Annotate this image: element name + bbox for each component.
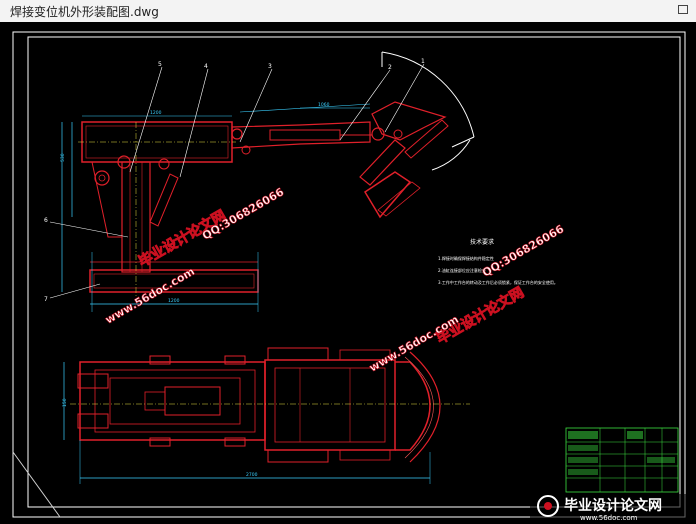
title-block (565, 427, 679, 493)
footer-logo: 毕业设计论文网 www.56doc.com (530, 494, 690, 522)
leader-7 (49, 283, 101, 299)
dim-text-height: 530 (60, 153, 66, 162)
lift-cylinder (149, 173, 179, 227)
part-label-4: 4 (204, 63, 208, 70)
window-titlebar: 焊接变位机外形装配图.dwg (0, 0, 696, 23)
dim-text-base: 1200 (168, 298, 180, 304)
tilting-head (371, 101, 447, 141)
part-label-5: 5 (158, 61, 162, 68)
note-2: 2.油缸连接部位应注意检查 (438, 267, 486, 273)
plan-arm-cylinder-bottom (267, 449, 329, 463)
dim-text-right: 1060 (318, 102, 330, 108)
leader-4 (179, 68, 209, 178)
arm-cylinder (269, 129, 341, 141)
part-label-6: 6 (44, 217, 48, 224)
note-3: 3.工作中工作台的转动及工作后必须锁紧，保证工作台的安全使用。 (438, 279, 558, 285)
plan-arm-cylinder-top (267, 347, 329, 361)
note-1: 1.焊接时确保焊接结构件稳定性 (438, 255, 494, 261)
footer-logo-brand: 毕业设计论文网 (564, 497, 662, 514)
watermark-group-right: QQ:306826066 毕业设计论文网 www.56doc.com (367, 222, 567, 375)
plan-cylinder (164, 386, 221, 416)
leader-1 (384, 63, 425, 133)
leader-3 (239, 68, 273, 143)
swing-arc-inner (431, 139, 471, 171)
part-label-2: 2 (388, 64, 392, 71)
swing-arc-outer (381, 51, 475, 138)
plan-table (395, 361, 431, 451)
pivot-1 (94, 170, 110, 186)
part-label-7: 7 (44, 296, 48, 303)
plan-dim-text-left: 150 (62, 398, 68, 407)
plan-dim-text-bottom: 2700 (246, 472, 258, 478)
notes-title: 技术要求 (470, 238, 494, 246)
workpiece-plate (363, 171, 412, 219)
tilt-arm (359, 139, 406, 186)
watermark-qq-right: QQ:306826066 (480, 222, 566, 279)
cad-drawing: 5 4 3 2 1 6 7 1200 530 1060 1200 2700 15… (12, 31, 690, 522)
outer-frame (12, 31, 686, 518)
part-label-3: 3 (268, 63, 272, 70)
plan-arm (264, 359, 396, 451)
footer-logo-site: www.56doc.com (580, 514, 638, 522)
pivot-3 (158, 158, 170, 170)
watermark-brand-right: 毕业设计论文网 (434, 284, 527, 348)
window-title: 焊接变位机外形装配图.dwg (10, 5, 159, 19)
watermark-group-left: 毕业设计论文网 QQ:306826066 www.56doc.com (103, 185, 287, 327)
drawing-canvas[interactable]: 5 4 3 2 1 6 7 1200 530 1060 1200 2700 15… (0, 22, 696, 524)
pivot-4 (231, 128, 243, 140)
dim-text-top: 1200 (150, 110, 162, 116)
maximize-icon[interactable] (678, 5, 688, 14)
part-label-1: 1 (421, 58, 425, 65)
leader-5 (129, 66, 163, 173)
